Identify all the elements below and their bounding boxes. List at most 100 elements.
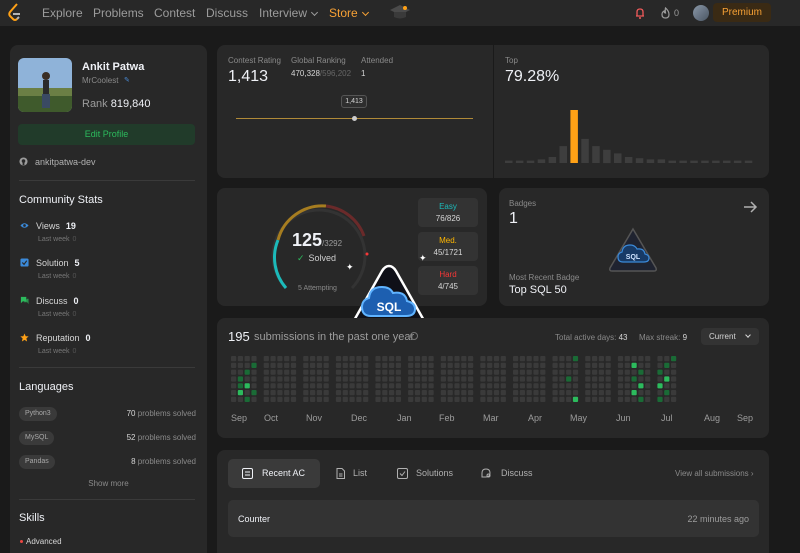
heatmap-cell[interactable] (277, 362, 283, 368)
heatmap-cell[interactable] (657, 356, 663, 362)
heatmap-cell[interactable] (244, 396, 250, 402)
heatmap-cell[interactable] (270, 396, 276, 402)
heatmap-cell[interactable] (526, 356, 532, 362)
heatmap-cell[interactable] (342, 362, 348, 368)
heatmap-cell[interactable] (631, 362, 637, 368)
heatmap-cell[interactable] (231, 369, 237, 375)
heatmap-cell[interactable] (284, 396, 290, 402)
heatmap-cell[interactable] (572, 362, 579, 368)
heatmap-cell[interactable] (263, 362, 269, 368)
heatmap-cell[interactable] (323, 369, 329, 375)
heatmap-cell[interactable] (290, 383, 297, 389)
heatmap-cell[interactable] (382, 376, 388, 382)
heatmap-cell[interactable] (664, 390, 670, 396)
heatmap-cell[interactable] (487, 390, 493, 396)
heatmap-cell[interactable] (389, 376, 395, 382)
heatmap-cell[interactable] (631, 396, 637, 402)
histogram-bar[interactable] (668, 160, 677, 163)
heatmap-cell[interactable] (335, 396, 342, 402)
heatmap-cell[interactable] (645, 369, 651, 375)
heatmap-cell[interactable] (290, 369, 297, 375)
heatmap-cell[interactable] (540, 376, 546, 382)
heatmap-cell[interactable] (454, 362, 460, 368)
heatmap-cell[interactable] (566, 383, 572, 389)
heatmap-cell[interactable] (284, 362, 290, 368)
heatmap-cell[interactable] (638, 356, 644, 362)
heatmap-cell[interactable] (363, 390, 369, 396)
heatmap-cell[interactable] (382, 369, 388, 375)
heatmap-cell[interactable] (284, 390, 290, 396)
heatmap-cell[interactable] (454, 396, 460, 402)
heatmap-cell[interactable] (277, 396, 283, 402)
heatmap-cell[interactable] (552, 396, 558, 402)
heatmap-cell[interactable] (631, 383, 637, 389)
heatmap-cell[interactable] (277, 369, 283, 375)
heatmap-cell[interactable] (454, 383, 460, 389)
heatmap-cell[interactable] (454, 376, 460, 382)
heatmap-cell[interactable] (598, 369, 604, 375)
heatmap-cell[interactable] (559, 376, 565, 382)
heatmap-cell[interactable] (277, 390, 283, 396)
histogram-bar[interactable] (712, 160, 720, 163)
heatmap-cell[interactable] (566, 369, 572, 375)
sql-badge-icon[interactable]: SQL (607, 226, 659, 274)
heatmap-cell[interactable] (310, 356, 316, 362)
heatmap-cell[interactable] (645, 396, 651, 402)
heatmap-cell[interactable] (487, 369, 493, 375)
heatmap-cell[interactable] (533, 390, 539, 396)
heatmap-cell[interactable] (526, 369, 532, 375)
heatmap-cell[interactable] (487, 356, 493, 362)
heatmap-cell[interactable] (566, 376, 572, 382)
heatmap-cell[interactable] (540, 383, 546, 389)
heatmap-cell[interactable] (244, 390, 250, 396)
heatmap-cell[interactable] (447, 356, 453, 362)
heatmap-cell[interactable] (428, 396, 434, 402)
heatmap-cell[interactable] (284, 356, 290, 362)
heatmap-cell[interactable] (671, 376, 677, 382)
rating-point[interactable] (352, 116, 357, 121)
heatmap-cell[interactable] (533, 396, 539, 402)
heatmap-cell[interactable] (468, 376, 474, 382)
heatmap-cell[interactable] (487, 396, 493, 402)
heatmap-cell[interactable] (382, 362, 388, 368)
heatmap-cell[interactable] (356, 390, 362, 396)
heatmap-cell[interactable] (638, 390, 644, 396)
heatmap-cell[interactable] (335, 383, 342, 389)
heatmap-cell[interactable] (624, 369, 630, 375)
heatmap-cell[interactable] (598, 383, 604, 389)
tab-recent-ac[interactable]: Recent AC (228, 459, 320, 488)
heatmap-cell[interactable] (428, 383, 434, 389)
heatmap-cell[interactable] (513, 396, 519, 402)
heatmap-cell[interactable] (617, 356, 624, 362)
heatmap-cell[interactable] (270, 362, 276, 368)
histogram-bar[interactable] (614, 153, 622, 163)
histogram-bar[interactable] (701, 160, 709, 163)
heatmap-cell[interactable] (605, 356, 611, 362)
heatmap-cell[interactable] (519, 396, 525, 402)
heatmap-cell[interactable] (526, 396, 532, 402)
heatmap-cell[interactable] (363, 369, 369, 375)
histogram-bar[interactable] (570, 110, 578, 163)
premium-button[interactable]: Premium (713, 3, 771, 22)
heatmap-cell[interactable] (617, 369, 624, 375)
heatmap-cell[interactable] (408, 376, 414, 382)
heatmap-cell[interactable] (251, 376, 257, 382)
heatmap-cell[interactable] (461, 390, 467, 396)
heatmap-cell[interactable] (585, 376, 591, 382)
heatmap-cell[interactable] (421, 396, 427, 402)
heatmap-cell[interactable] (617, 362, 624, 368)
language-tag-python3[interactable]: Python3 (19, 407, 57, 421)
heatmap-cell[interactable] (671, 396, 677, 402)
heatmap-cell[interactable] (421, 376, 427, 382)
heatmap-cell[interactable] (572, 396, 579, 402)
heatmap-cell[interactable] (552, 356, 558, 362)
heatmap-cell[interactable] (461, 383, 467, 389)
heatmap-cell[interactable] (263, 390, 269, 396)
heatmap-cell[interactable] (316, 383, 322, 389)
histogram-bar[interactable] (690, 160, 698, 163)
heatmap-cell[interactable] (395, 376, 401, 382)
heatmap-cell[interactable] (598, 396, 604, 402)
heatmap-cell[interactable] (566, 396, 572, 402)
heatmap-cell[interactable] (428, 390, 434, 396)
heatmap-cell[interactable] (263, 369, 269, 375)
